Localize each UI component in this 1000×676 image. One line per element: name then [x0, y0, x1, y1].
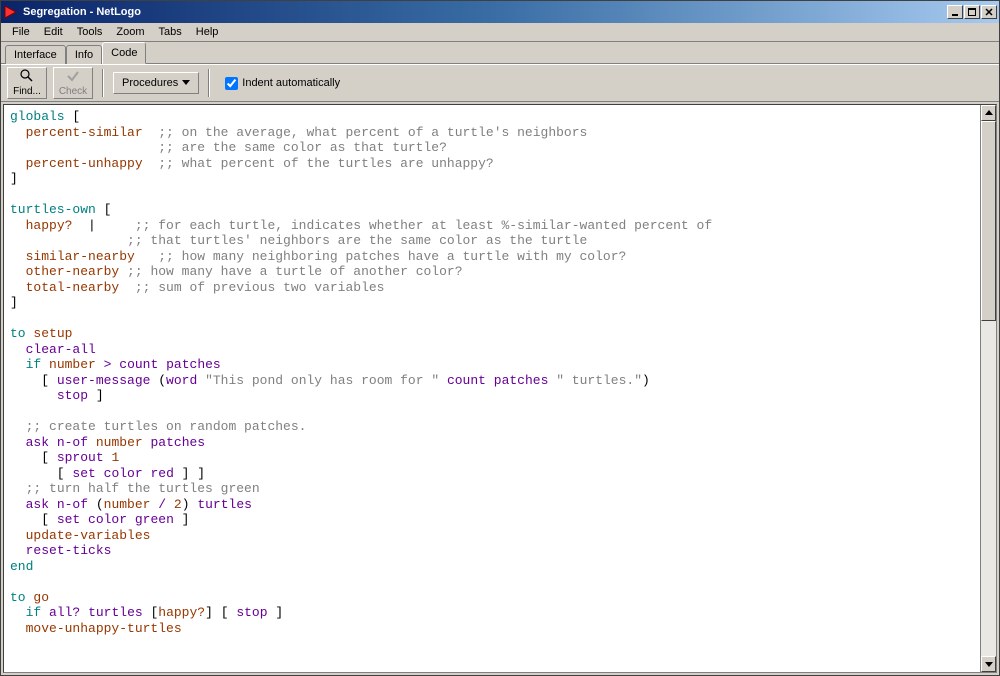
menu-edit[interactable]: Edit — [37, 24, 70, 40]
menu-file[interactable]: File — [5, 24, 37, 40]
check-button[interactable]: Check — [53, 67, 93, 99]
indent-checkbox[interactable] — [225, 77, 238, 90]
toolbar: Find... Check Procedures Indent automati… — [1, 64, 999, 102]
menu-tabs[interactable]: Tabs — [152, 24, 189, 40]
menu-help[interactable]: Help — [189, 24, 226, 40]
chevron-down-icon — [182, 77, 190, 89]
tab-interface[interactable]: Interface — [5, 45, 66, 64]
app-icon — [3, 4, 19, 20]
scroll-up-button[interactable] — [981, 105, 996, 121]
toolbar-separator-2 — [208, 69, 210, 97]
window-buttons — [947, 5, 997, 19]
title-bar[interactable]: Segregation - NetLogo — [1, 1, 999, 23]
find-button[interactable]: Find... — [7, 67, 47, 99]
procedures-label: Procedures — [122, 77, 178, 89]
indent-checkbox-wrap[interactable]: Indent automatically — [225, 77, 340, 90]
app-window: Segregation - NetLogo File Edit Tools Zo… — [0, 0, 1000, 676]
scroll-down-button[interactable] — [981, 656, 996, 672]
menu-zoom[interactable]: Zoom — [109, 24, 151, 40]
minimize-button[interactable] — [947, 5, 963, 19]
indent-label: Indent automatically — [242, 77, 340, 89]
find-label: Find... — [13, 86, 41, 97]
tab-code[interactable]: Code — [102, 42, 146, 64]
vertical-scrollbar[interactable] — [980, 105, 996, 672]
menu-bar: File Edit Tools Zoom Tabs Help — [1, 23, 999, 42]
tab-info[interactable]: Info — [66, 45, 102, 64]
check-label: Check — [59, 86, 87, 97]
window-title: Segregation - NetLogo — [23, 6, 947, 18]
checkmark-icon — [66, 69, 80, 86]
maximize-button[interactable] — [964, 5, 980, 19]
toolbar-separator — [102, 69, 104, 97]
scroll-thumb[interactable] — [981, 121, 996, 321]
procedures-dropdown[interactable]: Procedures — [113, 72, 199, 94]
scroll-track[interactable] — [981, 121, 996, 656]
menu-tools[interactable]: Tools — [70, 24, 110, 40]
editor-container: globals [ percent-similar ;; on the aver… — [3, 104, 997, 673]
tab-bar: Interface Info Code — [1, 42, 999, 64]
magnifier-icon — [20, 69, 34, 86]
code-editor[interactable]: globals [ percent-similar ;; on the aver… — [4, 105, 980, 672]
close-button[interactable] — [981, 5, 997, 19]
